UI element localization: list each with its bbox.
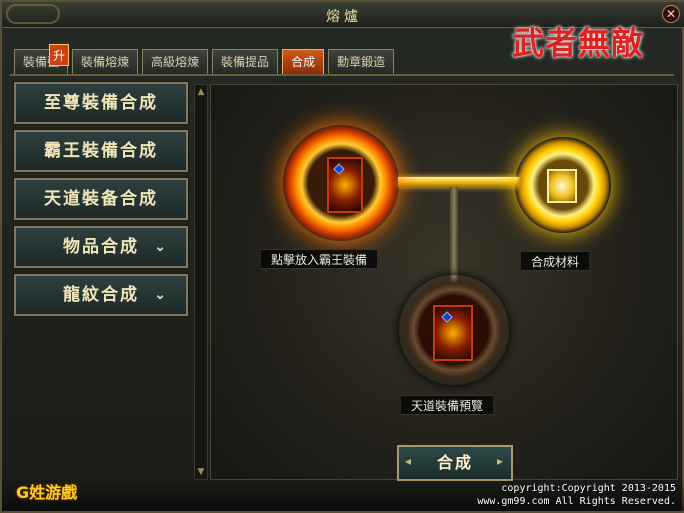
close-icon: ✕ xyxy=(665,7,677,21)
material-gem-icon xyxy=(547,169,577,203)
energy-link xyxy=(398,177,530,187)
sidebar-item-heaven-equipment[interactable]: 天道裝备合成 xyxy=(13,177,189,221)
game-logo: 武者無敵 xyxy=(512,24,645,62)
sidebar-item-label: 霸王裝備合成 xyxy=(44,141,158,161)
close-button[interactable]: ✕ xyxy=(662,5,680,23)
upgrade-badge: 升 xyxy=(49,44,70,66)
tab-label: 合成 xyxy=(291,55,316,69)
tab-advanced-smelt[interactable]: 高級熔煉 xyxy=(142,49,209,74)
sidebar-item-label: 天道裝备合成 xyxy=(44,189,158,209)
copyright-text: copyright:Copyright 2013-2015 www.gm99.c… xyxy=(477,482,676,508)
left-arrow-icon: ◂ xyxy=(405,454,414,468)
chevron-down-icon: ⌄ xyxy=(154,239,168,255)
tab-bar: 裝備強 升 裝備熔煉 高級熔煉 裝備提品 合成 勳章鍛造 xyxy=(14,44,395,75)
material-slot-label: 合成材料 xyxy=(521,251,590,271)
right-arrow-icon: ▸ xyxy=(496,454,505,468)
tab-divider xyxy=(10,74,674,76)
tab-medal-forge[interactable]: 勳章鍛造 xyxy=(328,49,395,74)
sidebar-item-label: 至尊裝備合成 xyxy=(44,93,158,113)
chevron-down-icon: ⌄ xyxy=(154,287,168,303)
sapphire-gem-icon xyxy=(441,311,453,323)
sidebar-item-overlord-equipment[interactable]: 霸王裝備合成 xyxy=(13,129,189,173)
copyright-line: copyright:Copyright 2013-2015 xyxy=(501,483,676,494)
sidebar-item-item-synthesis[interactable]: 物品合成 ⌄ xyxy=(13,225,189,269)
sidebar-item-dragon-pattern[interactable]: 龍紋合成 ⌄ xyxy=(13,273,189,317)
tab-synthesis[interactable]: 合成 xyxy=(282,49,325,74)
tab-equipment-smelt[interactable]: 裝備熔煉 xyxy=(72,49,139,74)
synthesize-button[interactable]: ◂ 合成 ▸ xyxy=(397,445,513,481)
scroll-up-icon[interactable]: ▲ xyxy=(195,85,207,99)
sidebar-item-label: 物品合成 xyxy=(63,237,139,257)
tab-label: 高級熔煉 xyxy=(151,55,200,69)
overlord-equipment-icon xyxy=(327,157,363,213)
tab-label: 裝備提品 xyxy=(221,55,270,69)
rights-line: www.gm99.com All Rights Reserved. xyxy=(477,496,676,507)
footer: G姓游戲 copyright:Copyright 2013-2015 www.g… xyxy=(2,477,684,511)
tab-label: 裝備熔煉 xyxy=(81,55,130,69)
synthesis-category-list: 至尊裝備合成 霸王裝備合成 天道裝备合成 物品合成 ⌄ 龍紋合成 ⌄ xyxy=(10,81,190,480)
synthesis-stage: 點擊放入霸王裝備 合成材料 天道裝備預覽 ◂ 合成 ▸ xyxy=(210,84,678,481)
tab-label: 勳章鍛造 xyxy=(337,55,386,69)
brand-logo: G姓游戲 xyxy=(16,483,78,502)
tab-equipment-upgrade[interactable]: 裝備提品 xyxy=(212,49,279,74)
furnace-window: 熔爐 ✕ 武者無敵 裝備強 升 裝備熔煉 高級熔煉 裝備提品 合成 勳章鍛造 至… xyxy=(0,0,684,513)
sidebar-item-supreme-equipment[interactable]: 至尊裝備合成 xyxy=(13,81,189,125)
synthesize-label: 合成 xyxy=(436,453,473,472)
tab-equipment-enhance[interactable]: 裝備強 升 xyxy=(14,44,70,74)
sidebar-scrollbar[interactable]: ▲ ▼ xyxy=(194,84,208,480)
sapphire-gem-icon xyxy=(333,163,345,175)
main-slot-label: 點擊放入霸王裝備 xyxy=(261,249,378,269)
preview-slot-label: 天道裝備預覽 xyxy=(401,395,494,415)
sidebar-item-label: 龍紋合成 xyxy=(63,285,139,305)
heaven-equipment-preview-icon xyxy=(433,305,473,361)
